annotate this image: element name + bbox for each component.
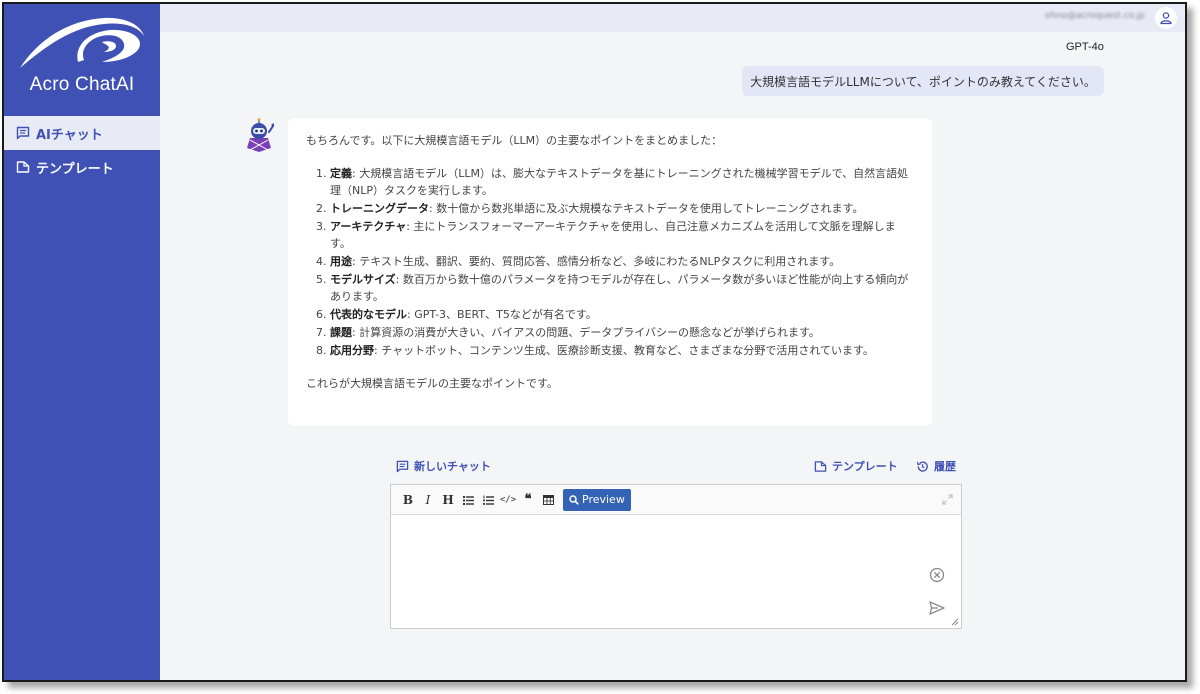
list-item: 4. 用途: テキスト生成、翻訳、要約、質問応答、感情分析など、多岐にわたるNLP… (316, 253, 914, 270)
user-email: ohno@acroquest.co.jp (1044, 11, 1145, 21)
message-editor: B I H </> ❝ Preview (390, 484, 962, 629)
bullet-list-button[interactable] (459, 490, 477, 510)
assistant-intro: もちろんです。以下に大規模言語モデル（LLM）の主要なポイントをまとめました： (306, 134, 723, 147)
history-label: 履歴 (934, 460, 956, 473)
point-number: 5. (316, 273, 327, 286)
point-text: : 計算資源の消費が大きい、バイアスの問題、データプライバシーの懸念などが挙げら… (352, 326, 820, 339)
point-text: : 数十億から数兆単語に及ぶ大規模なテキストデータを使用してトレーニングされます… (429, 202, 864, 215)
app-window: Acro ChatAI AIチャット テンプレート ohno@acroquest… (2, 2, 1187, 682)
editor-toolbar: B I H </> ❝ Preview (391, 485, 961, 515)
point-term: 用途 (330, 255, 352, 268)
point-text: : 主にトランスフォーマーアーキテクチャを使用し、自己注意メカニズムを活用して文… (330, 220, 896, 250)
list-item: 7. 課題: 計算資源の消費が大きい、バイアスの問題、データプライバシーの懸念など… (316, 324, 914, 341)
preview-button[interactable]: Preview (563, 488, 631, 511)
chat-icon (16, 126, 30, 140)
point-term: 応用分野 (330, 344, 374, 357)
sidebar-item-ai-chat[interactable]: AIチャット (4, 116, 160, 150)
point-term: トレーニングデータ (330, 202, 429, 215)
point-text: : テキスト生成、翻訳、要約、質問応答、感情分析など、多岐にわたるNLPタスクに… (352, 255, 841, 268)
point-text: : チャットボット、コンテンツ生成、医療診断支援、教育など、さまざまな分野で活用… (374, 344, 874, 357)
heading-button[interactable]: H (439, 490, 457, 510)
sidebar-item-label: テンプレート (36, 161, 114, 177)
bullet-list-icon (462, 495, 474, 505)
italic-button[interactable]: I (419, 490, 437, 510)
new-chat-label: 新しいチャット (414, 460, 491, 473)
search-icon (569, 494, 579, 505)
template-button[interactable]: テンプレート (814, 458, 898, 474)
point-number: 8. (316, 344, 327, 357)
numbered-list-button[interactable] (479, 490, 497, 510)
list-item: 6. 代表的なモデル: GPT-3、BERT、T5などが有名です。 (316, 306, 914, 323)
point-text: : GPT-3、BERT、T5などが有名です。 (407, 308, 597, 321)
template-icon (16, 161, 30, 173)
assistant-message: もちろんです。以下に大規模言語モデル（LLM）の主要なポイントをまとめました： … (288, 118, 932, 426)
template-label: テンプレート (832, 460, 898, 473)
point-term: 代表的なモデル (330, 308, 407, 321)
preview-label: Preview (582, 493, 625, 506)
point-text: : 大規模言語モデル（LLM）は、膨大なテキストデータを基にトレーニングされた機… (330, 167, 909, 197)
new-chat-button[interactable]: 新しいチャット (396, 458, 491, 474)
model-label: GPT-4o (1066, 41, 1104, 53)
acro-logo-icon (20, 17, 144, 69)
history-icon (916, 460, 928, 472)
robot-avatar-icon (247, 118, 274, 152)
point-term: 課題 (330, 326, 352, 339)
assistant-points: 1. 定義: 大規模言語モデル（LLM）は、膨大なテキストデータを基にトレーニング… (306, 165, 914, 359)
clear-icon[interactable] (929, 567, 945, 583)
point-number: 3. (316, 220, 327, 233)
sidebar-item-template[interactable]: テンプレート (4, 150, 160, 184)
point-term: 定義 (330, 167, 352, 180)
table-button[interactable] (539, 490, 557, 510)
list-item: 1. 定義: 大規模言語モデル（LLM）は、膨大なテキストデータを基にトレーニング… (316, 165, 914, 199)
point-term: アーキテクチャ (330, 220, 407, 233)
user-message: 大規模言語モデルLLMについて、ポイントのみ教えてください。 (742, 66, 1104, 96)
sidebar: Acro ChatAI AIチャット テンプレート (4, 4, 160, 680)
user-icon (1160, 12, 1172, 25)
top-bar: ohno@acroquest.co.jp (160, 4, 1185, 32)
point-number: 1. (316, 167, 327, 180)
code-button[interactable]: </> (499, 490, 517, 510)
sidebar-item-label: AIチャット (36, 127, 103, 143)
resize-handle-icon[interactable] (951, 618, 959, 626)
message-input[interactable] (391, 516, 961, 628)
numbered-list-icon (482, 495, 494, 505)
expand-icon[interactable] (942, 494, 953, 505)
user-avatar[interactable] (1155, 7, 1177, 29)
logo: Acro ChatAI (4, 4, 160, 116)
point-number: 4. (316, 255, 327, 268)
history-button[interactable]: 履歴 (916, 458, 956, 474)
list-item: 2. トレーニングデータ: 数十億から数兆単語に及ぶ大規模なテキストデータを使用し… (316, 200, 914, 217)
point-number: 7. (316, 326, 327, 339)
assistant-outro: これらが大規模言語モデルの主要なポイントです。 (306, 377, 558, 390)
send-icon[interactable] (929, 601, 945, 615)
template-icon (814, 460, 827, 472)
bold-button[interactable]: B (399, 490, 417, 510)
app-name: Acro ChatAI (29, 74, 135, 95)
point-number: 2. (316, 202, 327, 215)
table-icon (542, 494, 554, 505)
point-term: モデルサイズ (330, 273, 396, 286)
list-item: 5. モデルサイズ: 数百万から数十億のパラメータを持つモデルが存在し、パラメータ… (316, 271, 914, 305)
list-item: 3. アーキテクチャ: 主にトランスフォーマーアーキテクチャを使用し、自己注意メカ… (316, 218, 914, 252)
chat-icon (396, 460, 409, 472)
list-item: 8. 応用分野: チャットボット、コンテンツ生成、医療診断支援、教育など、さまざま… (316, 342, 914, 359)
point-text: : 数百万から数十億のパラメータを持つモデルが存在し、パラメータ数が多いほど性能… (330, 273, 909, 303)
point-number: 6. (316, 308, 327, 321)
quote-button[interactable]: ❝ (519, 490, 537, 510)
